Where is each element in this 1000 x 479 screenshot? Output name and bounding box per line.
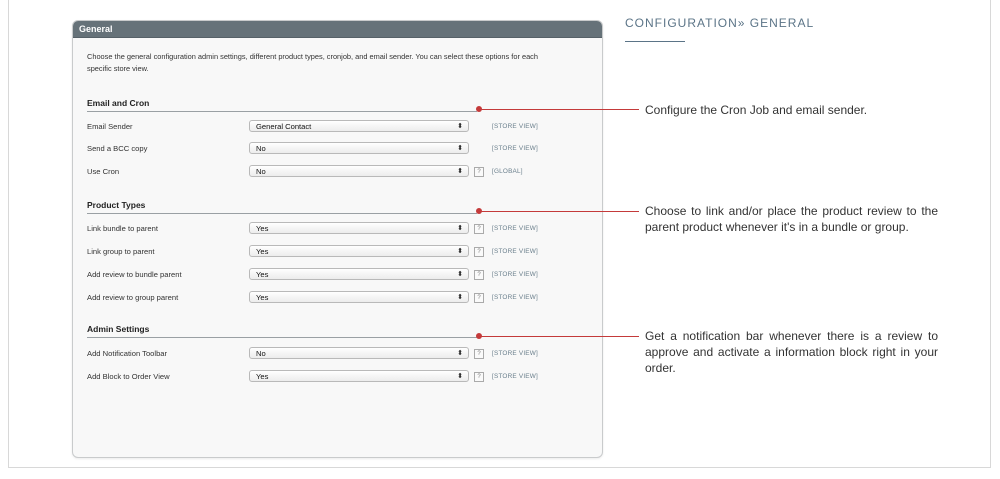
select-arrow-icon: ⬍ (457, 123, 463, 130)
order-view-block-scope: [STORE VIEW] (492, 373, 538, 380)
select-arrow-icon: ⬍ (457, 350, 463, 357)
notification-toolbar-label: Add Notification Toolbar (87, 349, 168, 358)
help-icon[interactable]: ? (474, 247, 484, 257)
link-group-scope: [STORE VIEW] (492, 248, 538, 255)
link-group-label: Link group to parent (87, 247, 155, 256)
notification-toolbar-select[interactable]: No ⬍ (249, 347, 469, 359)
title-underline (625, 41, 685, 42)
use-cron-value: No (256, 167, 266, 176)
connector-line-cron (479, 109, 639, 110)
email-sender-select[interactable]: General Contact ⬍ (249, 120, 469, 132)
review-group-label: Add review to group parent (87, 293, 179, 302)
order-view-block-select[interactable]: Yes ⬍ (249, 370, 469, 382)
annotation-cron: Configure the Cron Job and email sender. (645, 103, 868, 117)
help-icon[interactable]: ? (474, 167, 484, 177)
select-arrow-icon: ⬍ (457, 373, 463, 380)
link-group-value: Yes (256, 247, 269, 256)
use-cron-scope: [GLOBAL] (492, 168, 523, 175)
select-arrow-icon: ⬍ (457, 225, 463, 232)
connector-line-admin (479, 336, 639, 337)
select-arrow-icon: ⬍ (457, 145, 463, 152)
configuration-title: CONFIGURATION» GENERAL (625, 16, 815, 30)
review-bundle-select[interactable]: Yes ⬍ (249, 268, 469, 280)
connector-line-product (479, 211, 639, 212)
send-bcc-scope: [STORE VIEW] (492, 145, 538, 152)
email-sender-label: Email Sender (87, 122, 133, 131)
review-group-select[interactable]: Yes ⬍ (249, 291, 469, 303)
annotation-product-types: Choose to link and/or place the product … (645, 204, 938, 234)
panel-header: General (73, 21, 602, 38)
review-group-scope: [STORE VIEW] (492, 294, 538, 301)
annotation-admin-settings: Get a notification bar whenever there is… (645, 329, 938, 375)
order-view-block-label: Add Block to Order View (87, 372, 170, 381)
review-bundle-value: Yes (256, 270, 269, 279)
link-bundle-value: Yes (256, 224, 269, 233)
review-group-value: Yes (256, 293, 269, 302)
review-bundle-label: Add review to bundle parent (87, 270, 182, 279)
email-sender-value: General Contact (256, 122, 312, 131)
select-arrow-icon: ⬍ (457, 248, 463, 255)
send-bcc-value: No (256, 144, 266, 153)
order-view-block-value: Yes (256, 372, 269, 381)
section-admin-settings-title: Admin Settings (87, 324, 477, 338)
email-sender-scope: [STORE VIEW] (492, 123, 538, 130)
review-bundle-scope: [STORE VIEW] (492, 271, 538, 278)
help-icon[interactable]: ? (474, 349, 484, 359)
link-bundle-label: Link bundle to parent (87, 224, 158, 233)
general-config-panel: General Choose the general configuration… (72, 20, 603, 458)
notification-toolbar-scope: [STORE VIEW] (492, 350, 538, 357)
panel-description: Choose the general configuration admin s… (87, 52, 538, 73)
help-icon[interactable]: ? (474, 293, 484, 303)
notification-toolbar-value: No (256, 349, 266, 358)
help-icon[interactable]: ? (474, 224, 484, 234)
select-arrow-icon: ⬍ (457, 168, 463, 175)
link-bundle-select[interactable]: Yes ⬍ (249, 222, 469, 234)
select-arrow-icon: ⬍ (457, 271, 463, 278)
help-icon[interactable]: ? (474, 372, 484, 382)
select-arrow-icon: ⬍ (457, 294, 463, 301)
use-cron-select[interactable]: No ⬍ (249, 165, 469, 177)
use-cron-label: Use Cron (87, 167, 120, 176)
send-bcc-select[interactable]: No ⬍ (249, 142, 469, 154)
link-bundle-scope: [STORE VIEW] (492, 225, 538, 232)
link-group-select[interactable]: Yes ⬍ (249, 245, 469, 257)
section-product-types-title: Product Types (87, 200, 477, 214)
help-icon[interactable]: ? (474, 270, 484, 280)
section-email-cron-title: Email and Cron (87, 98, 477, 112)
send-bcc-label: Send a BCC copy (87, 144, 148, 153)
